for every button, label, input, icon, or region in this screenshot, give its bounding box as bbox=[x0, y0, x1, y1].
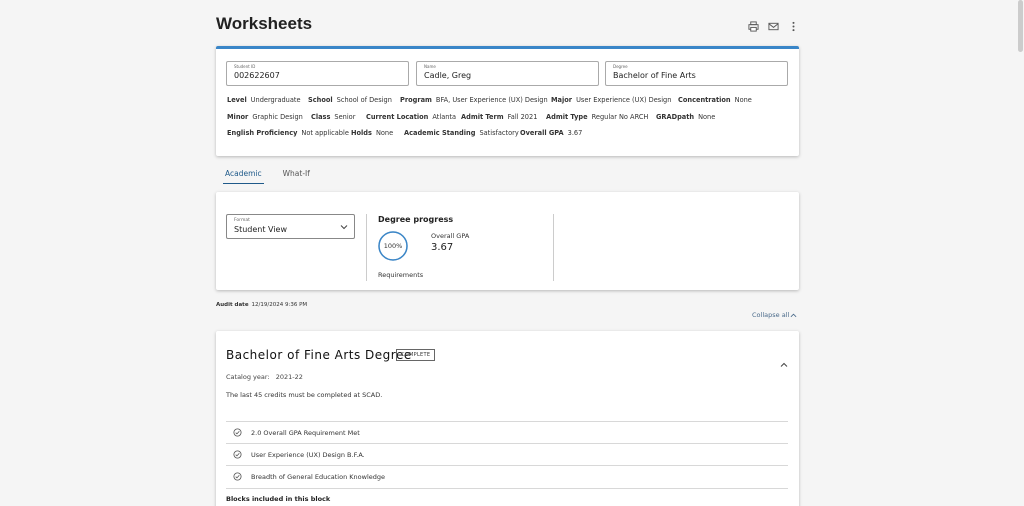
check-circle-icon bbox=[233, 472, 242, 481]
page-title: Worksheets bbox=[216, 14, 313, 33]
degree-block-card: Bachelor of Fine Arts Degree COMPLETE Ca… bbox=[216, 331, 799, 506]
overall-gpa-value: 3.67 bbox=[431, 242, 454, 253]
info-gpa: Overall GPA 3.67 bbox=[520, 129, 583, 137]
degree-block-title: Bachelor of Fine Arts Degree bbox=[226, 348, 412, 362]
degree-value: Bachelor of Fine Arts bbox=[613, 71, 696, 80]
divider bbox=[366, 214, 367, 281]
chevron-up-icon[interactable] bbox=[780, 361, 788, 369]
degree-progress-title: Degree progress bbox=[378, 215, 454, 224]
list-item[interactable]: User Experience (UX) Design B.F.A. bbox=[226, 443, 788, 465]
info-location: Current Location Atlanta bbox=[366, 113, 457, 121]
audit-date-value: 12/19/2024 9:36 PM bbox=[251, 302, 308, 308]
chevron-down-icon bbox=[340, 225, 348, 230]
check-circle-icon bbox=[233, 428, 242, 437]
check-circle-icon bbox=[233, 450, 242, 459]
student-name-field[interactable]: Name Cadle, Greg bbox=[416, 61, 599, 86]
header-actions bbox=[747, 20, 799, 32]
format-value: Student View bbox=[234, 225, 288, 234]
collapse-all-button[interactable]: Collapse all bbox=[752, 311, 797, 319]
status-badge: COMPLETE bbox=[396, 349, 436, 361]
email-icon[interactable] bbox=[767, 20, 779, 32]
info-major: Major User Experience (UX) Design bbox=[551, 96, 672, 104]
info-level: Level Undergraduate bbox=[227, 96, 301, 104]
audit-date-label: Audit date bbox=[216, 302, 249, 308]
scrollbar[interactable] bbox=[1018, 0, 1023, 52]
divider bbox=[226, 488, 788, 489]
format-label: Format bbox=[234, 218, 250, 223]
progress-percent: 100% bbox=[383, 242, 403, 250]
info-school: School School of Design bbox=[308, 96, 392, 104]
format-select[interactable]: Format Student View bbox=[226, 214, 355, 239]
audit-date: Audit date 12/19/2024 9:36 PM bbox=[216, 302, 307, 308]
info-minor: Minor Graphic Design bbox=[227, 113, 303, 121]
blocks-included-heading: Blocks included in this block bbox=[226, 495, 331, 503]
degree-progress-card: Format Student View Degree progress 100%… bbox=[216, 192, 799, 290]
requirement-label: 2.0 Overall GPA Requirement Met bbox=[251, 428, 360, 437]
catalog-year-label: Catalog year: bbox=[226, 373, 270, 381]
info-gradpath: GRADpath None bbox=[656, 113, 716, 121]
info-english: English Proficiency Not applicable bbox=[227, 129, 349, 137]
student-id-field[interactable]: Student ID 002622607 bbox=[226, 61, 409, 86]
more-vert-icon[interactable] bbox=[787, 20, 799, 32]
list-item[interactable]: 2.0 Overall GPA Requirement Met bbox=[226, 421, 788, 443]
catalog-year: Catalog year: 2021-22 bbox=[226, 373, 303, 381]
info-holds: Holds None bbox=[351, 129, 394, 137]
requirement-label: Breadth of General Education Knowledge bbox=[251, 472, 386, 481]
degree-field[interactable]: Degree Bachelor of Fine Arts bbox=[605, 61, 788, 86]
collapse-all-label: Collapse all bbox=[752, 311, 790, 319]
requirement-list: 2.0 Overall GPA Requirement Met User Exp… bbox=[226, 421, 788, 487]
overall-gpa-label: Overall GPA bbox=[431, 232, 470, 240]
requirements-label: Requirements bbox=[378, 271, 424, 279]
info-concentration: Concentration None bbox=[678, 96, 752, 104]
degree-note: The last 45 credits must be completed at… bbox=[226, 391, 383, 399]
info-class: Class Senior bbox=[311, 113, 356, 121]
student-info-card: Student ID 002622607 Name Cadle, Greg De… bbox=[216, 46, 799, 156]
requirement-label: User Experience (UX) Design B.F.A. bbox=[251, 450, 365, 459]
info-standing: Academic Standing Satisfactory bbox=[404, 129, 519, 137]
print-icon[interactable] bbox=[747, 20, 759, 32]
student-name-value: Cadle, Greg bbox=[424, 71, 472, 80]
list-item[interactable]: Breadth of General Education Knowledge bbox=[226, 465, 788, 487]
tab-what-if[interactable]: What-If bbox=[281, 166, 312, 184]
info-admit-term: Admit Term Fall 2021 bbox=[461, 113, 538, 121]
student-id-value: 002622607 bbox=[234, 71, 280, 80]
info-admit-type: Admit Type Regular No ARCH bbox=[546, 113, 649, 121]
worksheet-tabs: Academic What-If bbox=[223, 166, 312, 184]
chevron-up-icon bbox=[790, 313, 797, 317]
divider bbox=[553, 214, 554, 281]
tab-academic[interactable]: Academic bbox=[223, 166, 264, 184]
catalog-year-value: 2021-22 bbox=[275, 373, 303, 381]
info-program: Program BFA, User Experience (UX) Design bbox=[400, 96, 548, 104]
